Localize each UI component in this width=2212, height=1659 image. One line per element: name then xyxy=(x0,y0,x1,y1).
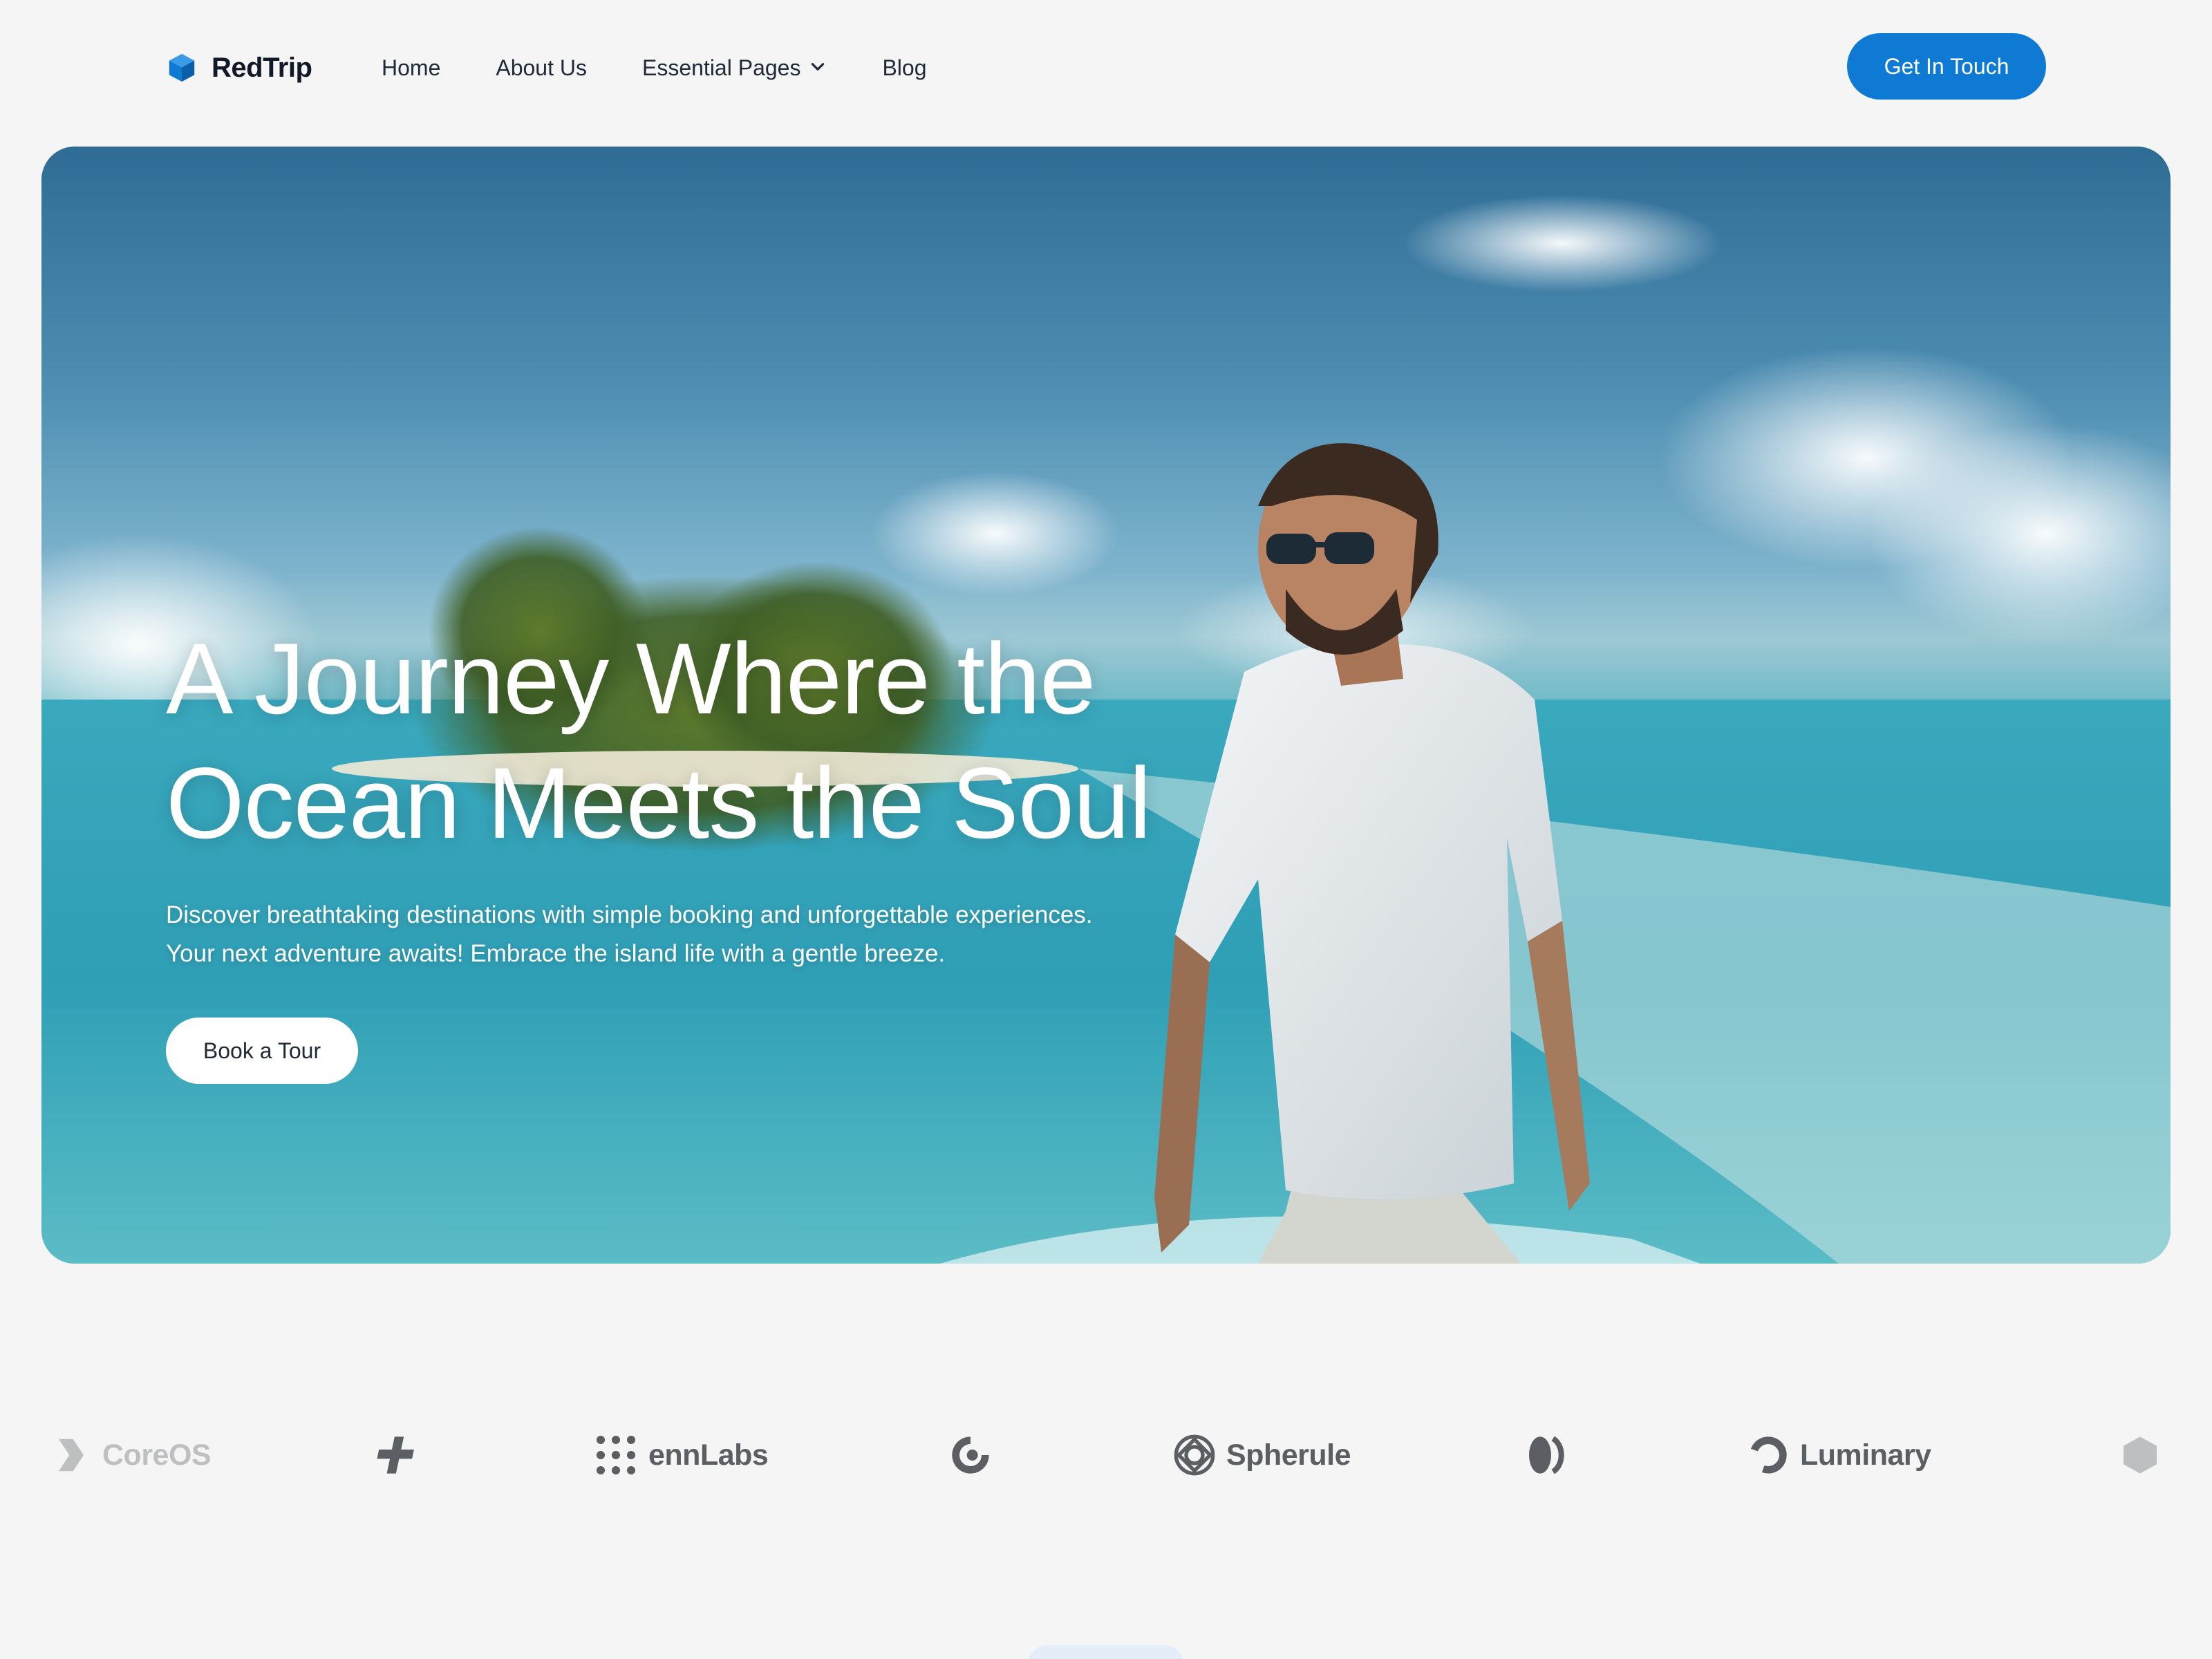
hero-title-line-2: Ocean Meets the Soul xyxy=(166,747,1152,859)
hero-title-line-1: A Journey Where the xyxy=(166,622,1096,735)
partner-logo-hex-mark xyxy=(2118,1410,2162,1500)
hero-description: Discover breathtaking destinations with … xyxy=(166,896,1244,973)
partner-logo-name: ennLabs xyxy=(648,1438,769,1472)
nav-link-blog[interactable]: Blog xyxy=(882,55,926,81)
partner-logo-coreos: CoreOS xyxy=(50,1410,212,1500)
partner-logo-name: CoreOS xyxy=(102,1438,212,1472)
partner-logo-luminary: Luminary xyxy=(1746,1410,1931,1500)
partner-logo-name: Luminary xyxy=(1800,1438,1931,1472)
top-navigation: RedTrip Home About Us Essential Pages Bl… xyxy=(0,0,2212,138)
main-menu: Home About Us Essential Pages Blog xyxy=(382,48,982,87)
hero-description-line-1: Discover breathtaking destinations with … xyxy=(166,901,1093,928)
partner-logo-plus-mark xyxy=(373,1410,418,1500)
partner-logo-swirl-mark xyxy=(948,1410,993,1500)
section-tag-pill xyxy=(1027,1645,1185,1659)
nav-link-home[interactable]: Home xyxy=(382,55,440,81)
hero-title: A Journey Where the Ocean Meets the Soul xyxy=(166,617,1341,865)
plus-mark-icon xyxy=(377,1436,414,1474)
brand-logo-link[interactable]: RedTrip xyxy=(166,48,312,87)
partner-logo-ennlabs: ennLabs xyxy=(593,1410,769,1500)
book-a-tour-button[interactable]: Book a Tour xyxy=(166,1018,358,1084)
nav-dropdown-label: Essential Pages xyxy=(641,55,801,80)
coreos-mark-icon xyxy=(58,1438,84,1472)
ring-mark-icon xyxy=(1750,1436,1787,1474)
partner-logo-spherule: Spherule xyxy=(1172,1410,1351,1500)
nav-link-about-us[interactable]: About Us xyxy=(496,55,587,81)
swirl-mark-icon xyxy=(952,1436,989,1474)
half-moon-mark-icon xyxy=(1529,1436,1564,1474)
get-in-touch-button[interactable]: Get In Touch xyxy=(1847,33,2046,100)
cube-logo-icon xyxy=(166,52,198,84)
sphere-mark-icon xyxy=(1174,1434,1215,1476)
hero-description-line-2: Your next adventure awaits! Embrace the … xyxy=(166,940,946,967)
chevron-down-icon xyxy=(809,55,827,81)
partner-logos-strip: CoreOS ennLabs Spherule Luminary xyxy=(0,1410,2212,1500)
dots-grid-icon xyxy=(596,1435,636,1475)
hero-banner: A Journey Where the Ocean Meets the Soul… xyxy=(41,147,2171,1264)
brand-name: RedTrip xyxy=(212,52,312,83)
partner-logo-name: Spherule xyxy=(1226,1438,1351,1472)
hexagon-mark-icon xyxy=(2124,1436,2157,1474)
partner-logo-half-moon-mark xyxy=(1524,1410,1568,1500)
nav-dropdown-essential-pages[interactable]: Essential Pages xyxy=(642,55,827,81)
